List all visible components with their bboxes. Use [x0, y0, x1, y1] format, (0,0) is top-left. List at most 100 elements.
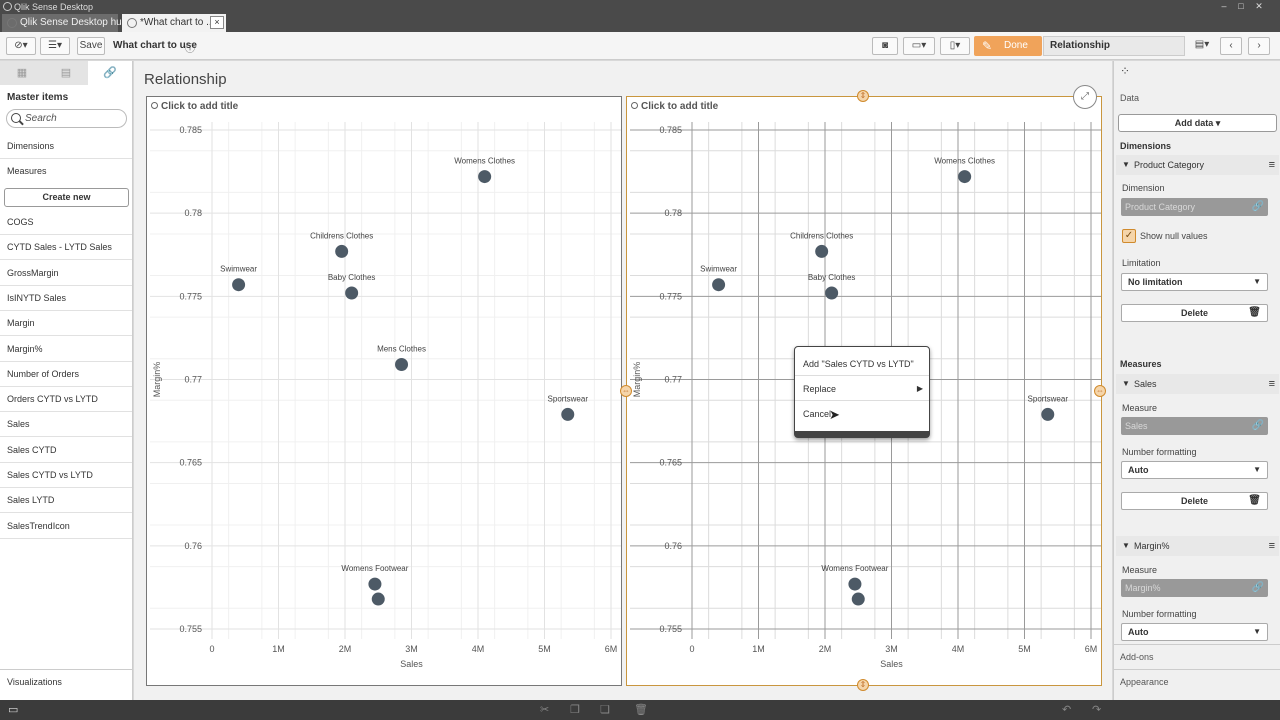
navigation-menu-button[interactable]: ⊘▾ [6, 37, 36, 55]
list-item[interactable]: SalesTrendIcon [0, 514, 132, 539]
show-null-label: Show null values [1140, 231, 1208, 241]
delete-measure-button[interactable]: Delete 🗑 [1121, 492, 1268, 510]
data-point[interactable] [395, 358, 409, 372]
add-data-button[interactable]: Add data ▾ [1118, 114, 1277, 132]
list-item[interactable]: IsINYTD Sales [0, 286, 132, 311]
resize-handle-right[interactable]: ⇔ [1094, 385, 1106, 397]
visualizations-footer[interactable]: Visualizations [0, 669, 132, 693]
next-sheet-button[interactable]: › [1248, 37, 1270, 55]
resize-handle-left[interactable]: ⇔ [620, 385, 632, 397]
appearance-section[interactable]: Appearance [1114, 669, 1280, 694]
data-point[interactable] [478, 170, 492, 184]
add-data-label: Add data [1174, 118, 1214, 128]
search-input[interactable]: Search [6, 109, 127, 128]
menu-item-add[interactable]: Add "Sales CYTD vs LYTD" [795, 352, 929, 376]
data-point[interactable] [335, 244, 349, 258]
tab-hub-label: Qlik Sense Desktop hub [20, 17, 128, 28]
data-point[interactable] [825, 286, 839, 300]
delete-dimension-button[interactable]: Delete 🗑 [1121, 304, 1268, 322]
tab-charts-icon[interactable]: ▤ [44, 61, 88, 85]
list-item[interactable]: Sales CYTD [0, 438, 132, 463]
data-section-label[interactable]: Data [1120, 93, 1139, 103]
snapshot-icon[interactable]: ◙ [872, 37, 898, 55]
data-point[interactable] [371, 592, 385, 606]
dimension-product-category[interactable]: ▼ Product Category ≡ [1116, 155, 1279, 175]
list-menu-button[interactable]: ☰▾ [40, 37, 70, 55]
info-icon[interactable]: ⓘ [185, 40, 195, 55]
sheet-list-icon[interactable]: ▤▾ [1188, 37, 1216, 55]
expand-icon[interactable]: ⤢ [1073, 85, 1097, 109]
show-null-checkbox[interactable]: ✓ [1122, 229, 1136, 243]
paste-icon[interactable]: ❏ [600, 703, 610, 716]
present-icon[interactable]: ▭▾ [903, 37, 935, 55]
undo-icon[interactable]: ↶ [1062, 703, 1071, 716]
data-point[interactable] [851, 592, 865, 606]
data-point[interactable] [561, 407, 575, 421]
resize-handle-bottom[interactable]: ⇕ [857, 679, 869, 691]
list-item[interactable]: COGS [0, 210, 132, 235]
data-point[interactable] [958, 170, 972, 184]
data-point[interactable] [345, 286, 359, 300]
bookmark-icon[interactable]: ▯▾ [940, 37, 970, 55]
data-point[interactable] [232, 278, 246, 292]
tab-hub[interactable]: Qlik Sense Desktop hub [2, 14, 127, 32]
list-item[interactable]: Margin [0, 311, 132, 337]
dimension-field[interactable]: Product Category 🔗 [1121, 198, 1268, 216]
list-item[interactable]: Sales [0, 412, 132, 438]
resize-handle-top[interactable]: ⇕ [857, 90, 869, 102]
add-ons-section[interactable]: Add-ons [1114, 644, 1280, 669]
measure-sales[interactable]: ▼ Sales ≡ [1116, 374, 1279, 394]
section-dimensions[interactable]: Dimensions [0, 134, 132, 159]
close-window-icon[interactable]: ✕ [1252, 1, 1266, 12]
minimize-icon[interactable]: – [1217, 1, 1231, 12]
toggle-panel-icon[interactable]: ▭ [8, 703, 18, 716]
copy-icon[interactable]: ❐ [570, 703, 580, 716]
assets-panel: ▦ ▤ 🔗 Master items Search Dimensions Mea… [0, 61, 133, 700]
section-measures[interactable]: Measures [0, 159, 132, 184]
data-point[interactable] [368, 577, 382, 591]
y-tick-label: 0.765 [659, 458, 682, 468]
create-new-button[interactable]: Create new [4, 188, 129, 207]
drag-menu-icon[interactable]: ≡ [1269, 374, 1275, 394]
menu-item-replace[interactable]: Replace ▶ [795, 377, 929, 401]
cut-icon[interactable]: ✂ [540, 703, 549, 716]
data-point[interactable] [848, 577, 862, 591]
tab-fields-icon[interactable]: ▦ [0, 61, 44, 85]
menu-item-cancel[interactable]: Cancel [795, 402, 929, 426]
list-item[interactable]: Orders CYTD vs LYTD [0, 387, 132, 413]
save-button[interactable]: Save [77, 37, 105, 55]
list-item[interactable]: CYTD Sales - LYTD Sales [0, 235, 132, 261]
drag-menu-icon[interactable]: ≡ [1269, 155, 1275, 175]
close-tab-icon[interactable]: × [210, 16, 224, 29]
data-point[interactable] [815, 244, 829, 258]
dimension-field-value: Product Category [1125, 202, 1196, 212]
done-button[interactable]: ✎ Done [974, 36, 1042, 56]
number-format-label: Number formatting [1122, 447, 1197, 457]
x-tick-label: 5M [538, 644, 551, 654]
delete-icon[interactable]: 🗑 [634, 703, 648, 716]
x-tick-label: 2M [339, 644, 352, 654]
measure-field[interactable]: Sales 🔗 [1121, 417, 1268, 435]
measure-margin-pct[interactable]: ▼ Margin% ≡ [1116, 536, 1279, 556]
scatter-chart-left[interactable]: Click to add title 0 1M 2M 3M 4M 5M 6M 0.755 0.7… [146, 96, 622, 686]
limitation-select[interactable]: No limitation ▼ [1121, 273, 1268, 291]
previous-sheet-button[interactable]: ‹ [1220, 37, 1242, 55]
maximize-icon[interactable]: □ [1234, 1, 1248, 12]
tab-app[interactable]: *What chart to ... × [122, 14, 226, 32]
number-format-select[interactable]: Auto ▼ [1121, 623, 1268, 641]
data-point[interactable] [1041, 407, 1055, 421]
list-item[interactable]: Sales LYTD [0, 488, 132, 514]
list-item[interactable]: GrossMargin [0, 261, 132, 286]
drag-menu-icon[interactable]: ≡ [1269, 536, 1275, 556]
measure-field[interactable]: Margin% 🔗 [1121, 579, 1268, 597]
redo-icon[interactable]: ↷ [1092, 703, 1101, 716]
list-item[interactable]: Sales CYTD vs LYTD [0, 463, 132, 488]
measure-field-value: Sales [1125, 421, 1148, 431]
tab-master-items-icon[interactable]: 🔗 [88, 61, 132, 85]
x-tick-label: 1M [752, 644, 765, 654]
number-format-select[interactable]: Auto ▼ [1121, 461, 1268, 479]
list-item[interactable]: Margin% [0, 337, 132, 362]
list-item[interactable]: Number of Orders [0, 362, 132, 387]
x-axis-label: Sales [400, 659, 423, 669]
data-point[interactable] [712, 278, 726, 292]
